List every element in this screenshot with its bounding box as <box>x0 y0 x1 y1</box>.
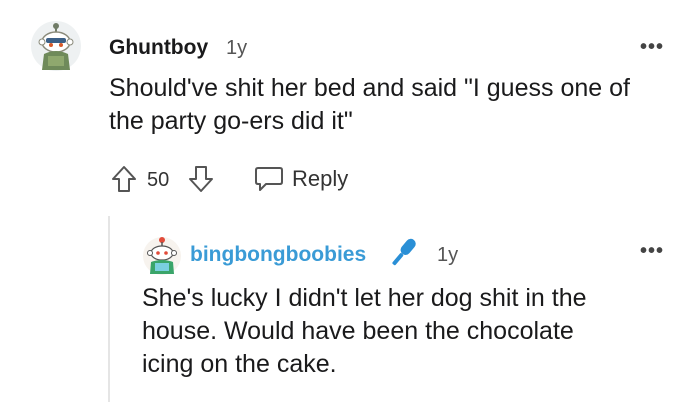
reply-user-avatar[interactable] <box>142 236 182 276</box>
comment-body-line: Should've shit her bed and said "I guess… <box>109 74 630 102</box>
comment-more-options-button[interactable]: ••• <box>640 36 664 59</box>
reply-body-line: She's lucky I didn't let her dog shit in… <box>142 284 587 312</box>
thread-line[interactable] <box>108 216 110 402</box>
reply-age: 1y <box>437 244 459 266</box>
reply-body: She's lucky I didn't let her dog shit in… <box>142 282 587 381</box>
user-avatar[interactable] <box>30 20 82 72</box>
upvote-arrow-icon[interactable] <box>111 165 137 193</box>
speech-bubble-icon <box>255 167 283 191</box>
comment-age: 1y <box>226 37 248 59</box>
reply-label: Reply <box>292 166 349 191</box>
reply-more-options-button[interactable]: ••• <box>640 240 664 263</box>
comment-body: Should've shit her bed and said "I guess… <box>109 72 630 138</box>
microphone-icon <box>392 238 416 266</box>
reply-body-line: icing on the cake. <box>142 350 337 378</box>
comment-username[interactable]: Ghuntboy <box>109 36 208 60</box>
reply-username[interactable]: bingbongboobies <box>190 243 366 267</box>
score-count: 50 <box>147 169 170 191</box>
comment-body-line: the party go-ers did it" <box>109 107 353 135</box>
reply-body-line: house. Would have been the chocolate <box>142 317 574 345</box>
downvote-arrow-icon[interactable] <box>188 165 214 193</box>
